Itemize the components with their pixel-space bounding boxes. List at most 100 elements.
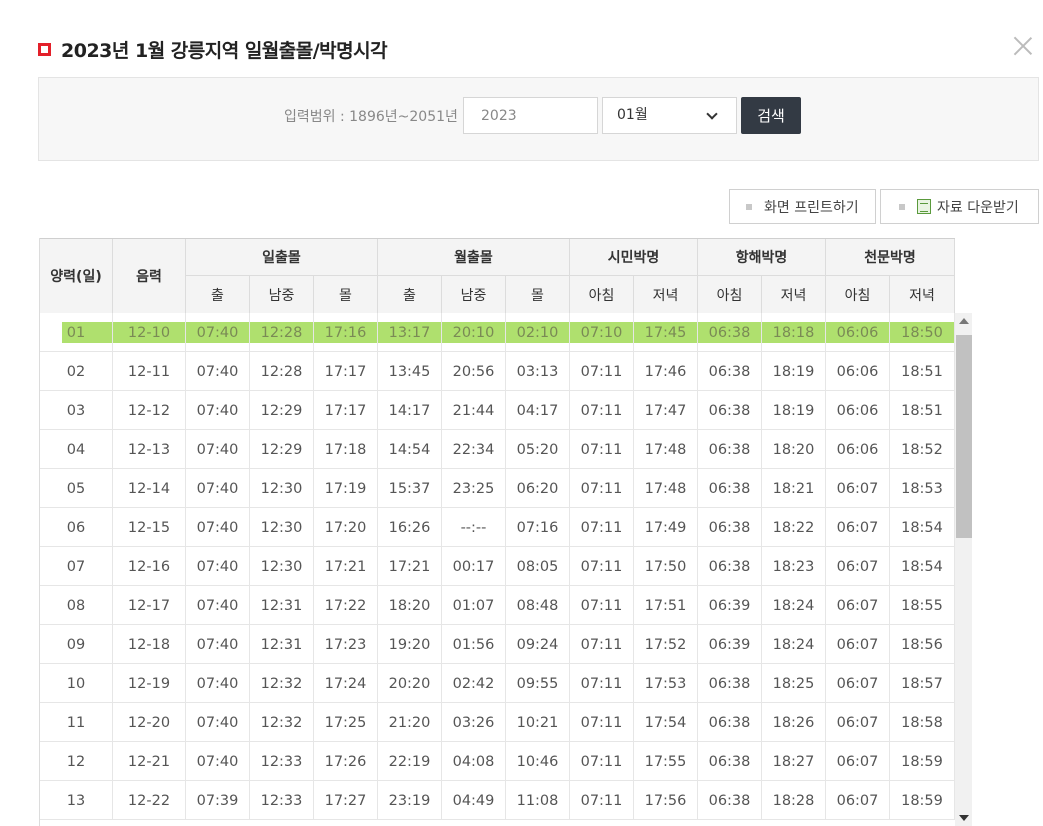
cell-sun-transit: 12:31 bbox=[250, 625, 314, 664]
header-solar-day: 양력(일) bbox=[40, 239, 113, 314]
cell-lunar-date: 12-16 bbox=[113, 547, 186, 586]
table-row: 07 12-16 07:40 12:30 17:21 17:21 00:17 08:05 07:… bbox=[40, 547, 955, 586]
cell-nautical-morning: 06:38 bbox=[698, 664, 762, 703]
cell-nautical-evening: 18:22 bbox=[762, 508, 826, 547]
table-row: 10 12-19 07:40 12:32 17:24 20:20 02:42 09:55 07:… bbox=[40, 664, 955, 703]
cell-civil-evening: 17:51 bbox=[634, 586, 698, 625]
cell-moon-rise: 23:19 bbox=[378, 781, 442, 820]
cell-solar-day: 05 bbox=[40, 469, 113, 508]
month-select-value: 01월 bbox=[617, 107, 648, 123]
cell-sun-rise: 07:40 bbox=[186, 742, 250, 781]
header-lunar: 음력 bbox=[113, 239, 186, 314]
cell-astro-morning: 06:06 bbox=[826, 352, 890, 391]
cell-moon-set: 09:55 bbox=[506, 664, 570, 703]
header-sun-transit: 남중 bbox=[250, 276, 314, 314]
cell-nautical-evening: 18:25 bbox=[762, 664, 826, 703]
cell-astro-morning: 06:06 bbox=[826, 313, 890, 352]
cell-sun-transit: 12:29 bbox=[250, 430, 314, 469]
cell-sun-rise: 07:40 bbox=[186, 430, 250, 469]
header-astronomical-twilight: 천문박명 bbox=[826, 239, 955, 276]
cell-lunar-date: 12-15 bbox=[113, 508, 186, 547]
header-nautical-twilight: 항해박명 bbox=[698, 239, 826, 276]
cell-sun-rise: 07:40 bbox=[186, 313, 250, 352]
cell-moon-rise: 16:26 bbox=[378, 508, 442, 547]
cell-moon-set: 10:21 bbox=[506, 703, 570, 742]
cell-astro-morning: 06:06 bbox=[826, 391, 890, 430]
cell-sun-transit: 12:33 bbox=[250, 742, 314, 781]
cell-sun-set: 17:19 bbox=[314, 469, 378, 508]
cell-astro-evening: 18:53 bbox=[890, 469, 955, 508]
cell-moon-transit: 02:42 bbox=[442, 664, 506, 703]
cell-moon-set: 06:20 bbox=[506, 469, 570, 508]
print-button-label: 화면 프린트하기 bbox=[764, 199, 859, 216]
print-button[interactable]: 화면 프린트하기 bbox=[729, 189, 876, 224]
cell-astro-evening: 18:56 bbox=[890, 625, 955, 664]
cell-moon-rise: 20:20 bbox=[378, 664, 442, 703]
cell-solar-day: 08 bbox=[40, 586, 113, 625]
month-select[interactable]: 01월 bbox=[602, 97, 737, 134]
cell-moon-set: 05:20 bbox=[506, 430, 570, 469]
search-button[interactable]: 검색 bbox=[741, 97, 801, 134]
cell-civil-evening: 17:49 bbox=[634, 508, 698, 547]
cell-moon-rise: 18:20 bbox=[378, 586, 442, 625]
cell-astro-morning: 06:07 bbox=[826, 508, 890, 547]
cell-sun-set: 17:26 bbox=[314, 742, 378, 781]
cell-civil-evening: 17:48 bbox=[634, 469, 698, 508]
cell-civil-morning: 07:11 bbox=[570, 547, 634, 586]
cell-moon-transit: 21:44 bbox=[442, 391, 506, 430]
cell-lunar-date: 12-19 bbox=[113, 664, 186, 703]
cell-nautical-morning: 06:38 bbox=[698, 313, 762, 352]
cell-astro-morning: 06:07 bbox=[826, 625, 890, 664]
cell-lunar-date: 12-20 bbox=[113, 703, 186, 742]
cell-lunar-date: 12-10 bbox=[113, 313, 186, 352]
cell-lunar-date: 12-17 bbox=[113, 586, 186, 625]
table-row: 12 12-21 07:40 12:33 17:26 22:19 04:08 10:46 07:… bbox=[40, 742, 955, 781]
cell-astro-morning: 06:07 bbox=[826, 469, 890, 508]
table-row: 13 12-22 07:39 12:33 17:27 23:19 04:49 11:08 07:… bbox=[40, 781, 955, 820]
scroll-up-arrow-icon[interactable] bbox=[959, 318, 969, 324]
cell-solar-day: 09 bbox=[40, 625, 113, 664]
vertical-scrollbar[interactable] bbox=[955, 313, 972, 826]
header-moon: 월출몰 bbox=[378, 239, 570, 276]
download-button[interactable]: 자료 다운받기 bbox=[880, 189, 1039, 224]
cell-moon-transit: 01:56 bbox=[442, 625, 506, 664]
cell-sun-rise: 07:40 bbox=[186, 547, 250, 586]
table-row: 11 12-20 07:40 12:32 17:25 21:20 03:26 10:21 07:… bbox=[40, 703, 955, 742]
title-square-icon bbox=[38, 42, 51, 56]
cell-nautical-evening: 18:28 bbox=[762, 781, 826, 820]
header-civil-twilight: 시민박명 bbox=[570, 239, 698, 276]
header-sun-rise: 출 bbox=[186, 276, 250, 314]
cell-moon-set: 09:24 bbox=[506, 625, 570, 664]
table-row: 05 12-14 07:40 12:30 17:19 15:37 23:25 06:20 07:… bbox=[40, 469, 955, 508]
cell-moon-transit: 20:10 bbox=[442, 313, 506, 352]
cell-lunar-date: 12-11 bbox=[113, 352, 186, 391]
cell-moon-set: 08:05 bbox=[506, 547, 570, 586]
table-header: 양력(일) 음력 일출몰 월출몰 시민박명 항해박명 천문박명 출 남중 몰 출… bbox=[40, 238, 955, 314]
cell-nautical-morning: 06:38 bbox=[698, 352, 762, 391]
cell-nautical-evening: 18:27 bbox=[762, 742, 826, 781]
header-moon-set: 몰 bbox=[506, 276, 570, 314]
cell-moon-rise: 21:20 bbox=[378, 703, 442, 742]
table-row: 04 12-13 07:40 12:29 17:18 14:54 22:34 05:20 07:… bbox=[40, 430, 955, 469]
close-icon[interactable] bbox=[1011, 34, 1035, 58]
header-nautical-evening: 저녁 bbox=[762, 276, 826, 314]
cell-nautical-evening: 18:19 bbox=[762, 391, 826, 430]
cell-astro-evening: 18:50 bbox=[890, 313, 955, 352]
cell-moon-set: 07:16 bbox=[506, 508, 570, 547]
cell-astro-evening: 18:54 bbox=[890, 508, 955, 547]
cell-sun-rise: 07:40 bbox=[186, 625, 250, 664]
cell-sun-rise: 07:40 bbox=[186, 391, 250, 430]
cell-sun-transit: 12:32 bbox=[250, 664, 314, 703]
cell-nautical-morning: 06:38 bbox=[698, 703, 762, 742]
cell-astro-morning: 06:07 bbox=[826, 547, 890, 586]
scroll-down-arrow-icon[interactable] bbox=[959, 815, 969, 821]
cell-sun-set: 17:27 bbox=[314, 781, 378, 820]
cell-lunar-date: 12-14 bbox=[113, 469, 186, 508]
header-civil-evening: 저녁 bbox=[634, 276, 698, 314]
scrollbar-thumb[interactable] bbox=[956, 335, 972, 538]
year-input[interactable] bbox=[463, 97, 598, 134]
cell-sun-set: 17:23 bbox=[314, 625, 378, 664]
cell-sun-rise: 07:40 bbox=[186, 664, 250, 703]
cell-sun-transit: 12:30 bbox=[250, 469, 314, 508]
cell-moon-rise: 15:37 bbox=[378, 469, 442, 508]
